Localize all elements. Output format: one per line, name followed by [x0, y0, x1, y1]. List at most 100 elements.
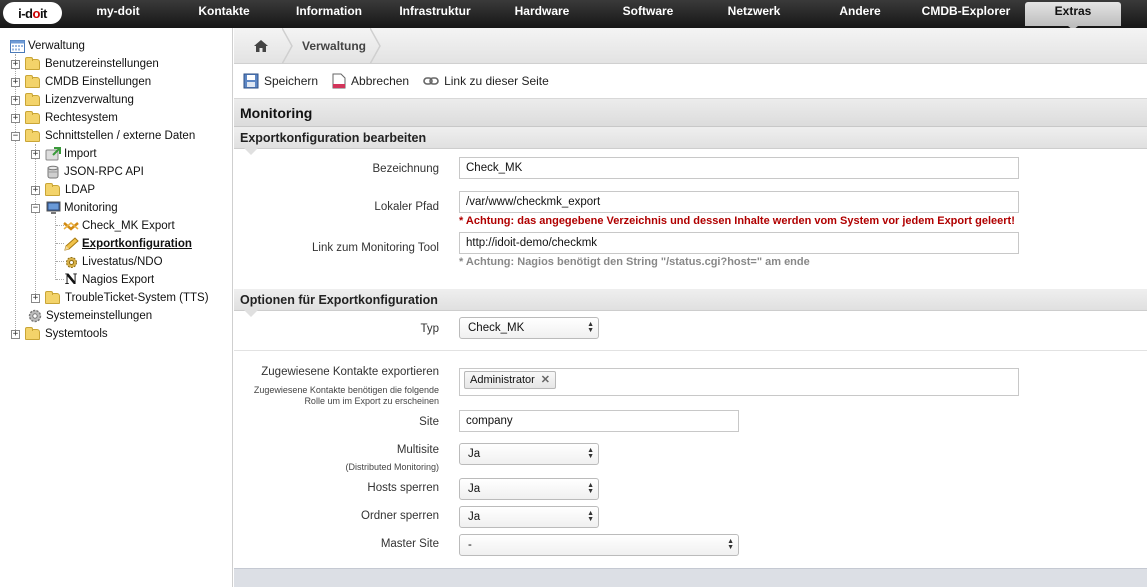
- master-site-select[interactable]: - ▲ ▼: [459, 534, 739, 556]
- tree-item-monitoring[interactable]: − Monitoring: [31, 199, 118, 217]
- tree-root-verwaltung[interactable]: Verwaltung: [9, 37, 85, 55]
- form-divider: [234, 350, 1147, 351]
- tree-item-import[interactable]: + Import: [31, 145, 97, 163]
- tree-item-benutzereinstellungen[interactable]: + Benutzereinstellungen: [11, 55, 159, 73]
- tree-item-exportkonfiguration[interactable]: Exportkonfiguration: [63, 235, 192, 253]
- expand-plus-icon[interactable]: +: [11, 113, 20, 123]
- section-header-export-options: Optionen für Exportkonfiguration: [234, 289, 1147, 317]
- folder-icon: [25, 326, 40, 340]
- expand-plus-icon[interactable]: +: [11, 77, 20, 87]
- tree-item-livestatus-ndo[interactable]: Livestatus/NDO: [63, 253, 163, 271]
- nav-netzwerk[interactable]: Netzwerk: [704, 0, 804, 28]
- monitoring-link-input[interactable]: http://idoit-demo/checkmk: [459, 232, 1019, 254]
- kontakte-sublabel-2: Rolle um im Export zu erscheinen: [304, 396, 439, 406]
- kontakte-role-input[interactable]: Administrator ✕: [459, 368, 1019, 396]
- logo-text-1: i-d: [18, 5, 33, 21]
- pencil-icon: [63, 237, 79, 251]
- tree-item-systemeinstellungen[interactable]: Systemeinstellungen: [27, 307, 152, 325]
- breadcrumb: Verwaltung: [234, 28, 1147, 64]
- tree-item-ldap[interactable]: + LDAP: [31, 181, 95, 199]
- breadcrumb-item-verwaltung[interactable]: Verwaltung: [302, 39, 366, 53]
- nav-infrastruktur[interactable]: Infrastruktur: [385, 0, 485, 28]
- multisite-sublabel: (Distributed Monitoring): [345, 462, 439, 472]
- tree-item-lizenzverwaltung[interactable]: + Lizenzverwaltung: [11, 91, 134, 109]
- idoit-logo[interactable]: i-d o it: [3, 2, 62, 24]
- tree-label: TroubleTicket-System (TTS): [65, 292, 209, 304]
- nav-software[interactable]: Software: [598, 0, 698, 28]
- export-options-form: Typ Check_MK ▲ ▼ Zugewiesene Kontakte exp…: [234, 311, 1147, 561]
- bezeichnung-input[interactable]: Check_MK: [459, 157, 1019, 179]
- cancel-document-icon: [332, 73, 346, 89]
- tree-label: Rechtesystem: [45, 112, 118, 124]
- typ-label: Typ: [420, 323, 439, 335]
- nav-kontakte[interactable]: Kontakte: [174, 0, 274, 28]
- toolbar: Speichern Abbrechen Link zu dieser Seite: [234, 64, 1147, 99]
- expand-plus-icon[interactable]: +: [11, 95, 20, 105]
- tree-label: Benutzereinstellungen: [45, 58, 159, 70]
- save-button[interactable]: Speichern: [243, 73, 318, 89]
- tree-label: Import: [64, 148, 97, 160]
- folder-icon: [45, 290, 60, 304]
- tree-item-troubleticket[interactable]: + TroubleTicket-System (TTS): [31, 289, 209, 307]
- tree-label: CMDB Einstellungen: [45, 76, 152, 88]
- expand-plus-icon[interactable]: +: [31, 185, 40, 195]
- folder-icon: [25, 74, 40, 88]
- select-arrows-icon: ▲ ▼: [587, 510, 594, 523]
- home-icon: [254, 39, 268, 52]
- page-link-button[interactable]: Link zu dieser Seite: [423, 74, 549, 88]
- nav-andere[interactable]: Andere: [810, 0, 910, 28]
- kontakte-sublabel-1: Zugewiesene Kontakte benötigen die folge…: [253, 385, 439, 395]
- import-icon: [45, 147, 61, 161]
- tree-label: JSON-RPC API: [64, 166, 144, 178]
- folder-icon: [45, 182, 60, 196]
- collapse-minus-icon[interactable]: −: [31, 203, 40, 213]
- bezeichnung-label: Bezeichnung: [372, 163, 440, 175]
- role-tag: Administrator ✕: [464, 370, 557, 390]
- nav-extras[interactable]: Extras: [1025, 2, 1121, 30]
- expand-plus-icon[interactable]: +: [11, 329, 20, 339]
- tree-item-schnittstellen[interactable]: − Schnittstellen / externe Daten: [11, 127, 195, 145]
- tree-item-json-rpc-api[interactable]: JSON-RPC API: [45, 163, 144, 181]
- tree-item-systemtools[interactable]: + Systemtools: [11, 325, 108, 343]
- tree-item-rechtesystem[interactable]: + Rechtesystem: [11, 109, 118, 127]
- tree-item-nagios-export[interactable]: N Nagios Export: [63, 271, 155, 289]
- breadcrumb-home[interactable]: [234, 28, 288, 64]
- tree-item-cmdb-einstellungen[interactable]: + CMDB Einstellungen: [11, 73, 151, 91]
- tree-label: LDAP: [65, 184, 96, 196]
- monitoring-link-label: Link zum Monitoring Tool: [312, 242, 439, 254]
- collapse-minus-icon[interactable]: −: [11, 131, 20, 141]
- cancel-button[interactable]: Abbrechen: [332, 73, 409, 89]
- lokaler-pfad-input[interactable]: /var/www/checkmk_export: [459, 191, 1019, 213]
- nav-my-doit[interactable]: my-doit: [68, 0, 168, 28]
- typ-select[interactable]: Check_MK ▲ ▼: [459, 317, 599, 339]
- tree-label: Systemeinstellungen: [46, 310, 153, 322]
- settings-gear-icon: [27, 309, 43, 323]
- nav-cmdb-explorer[interactable]: CMDB-Explorer: [916, 0, 1016, 28]
- select-arrows-icon: ▲ ▼: [587, 482, 594, 495]
- typ-select-value: Check_MK: [468, 322, 525, 334]
- check-mk-export-icon: [63, 219, 79, 233]
- tree-item-check-mk-export[interactable]: Check_MK Export: [63, 217, 175, 235]
- remove-tag-icon[interactable]: ✕: [541, 370, 550, 390]
- monitoring-link-hint: * Achtung: Nagios benötigt den String "/…: [459, 256, 810, 268]
- hosts-sperren-select[interactable]: Ja ▲ ▼: [459, 478, 599, 500]
- logo-text-2: it: [39, 5, 47, 21]
- page-link-label: Link zu dieser Seite: [444, 74, 549, 88]
- nav-information[interactable]: Information: [279, 0, 379, 28]
- expand-plus-icon[interactable]: +: [11, 59, 20, 69]
- cancel-label: Abbrechen: [351, 74, 410, 88]
- expand-plus-icon[interactable]: +: [31, 293, 40, 303]
- site-input[interactable]: company: [459, 410, 739, 432]
- select-arrows-icon: ▲ ▼: [727, 538, 734, 551]
- tree-label: Systemtools: [45, 328, 108, 340]
- footer-bar: [234, 568, 1147, 587]
- nav-hardware[interactable]: Hardware: [492, 0, 592, 28]
- sidebar-tree: Verwaltung + Benutzereinstellungen + CMD…: [0, 28, 233, 587]
- folder-icon: [25, 92, 40, 106]
- ordner-sperren-select[interactable]: Ja ▲ ▼: [459, 506, 599, 528]
- multisite-select[interactable]: Ja ▲ ▼: [459, 443, 599, 465]
- monitor-icon: [45, 201, 61, 215]
- expand-plus-icon[interactable]: +: [31, 149, 40, 159]
- tree-label: Verwaltung: [28, 40, 85, 52]
- tree-label: Lizenzverwaltung: [45, 94, 134, 106]
